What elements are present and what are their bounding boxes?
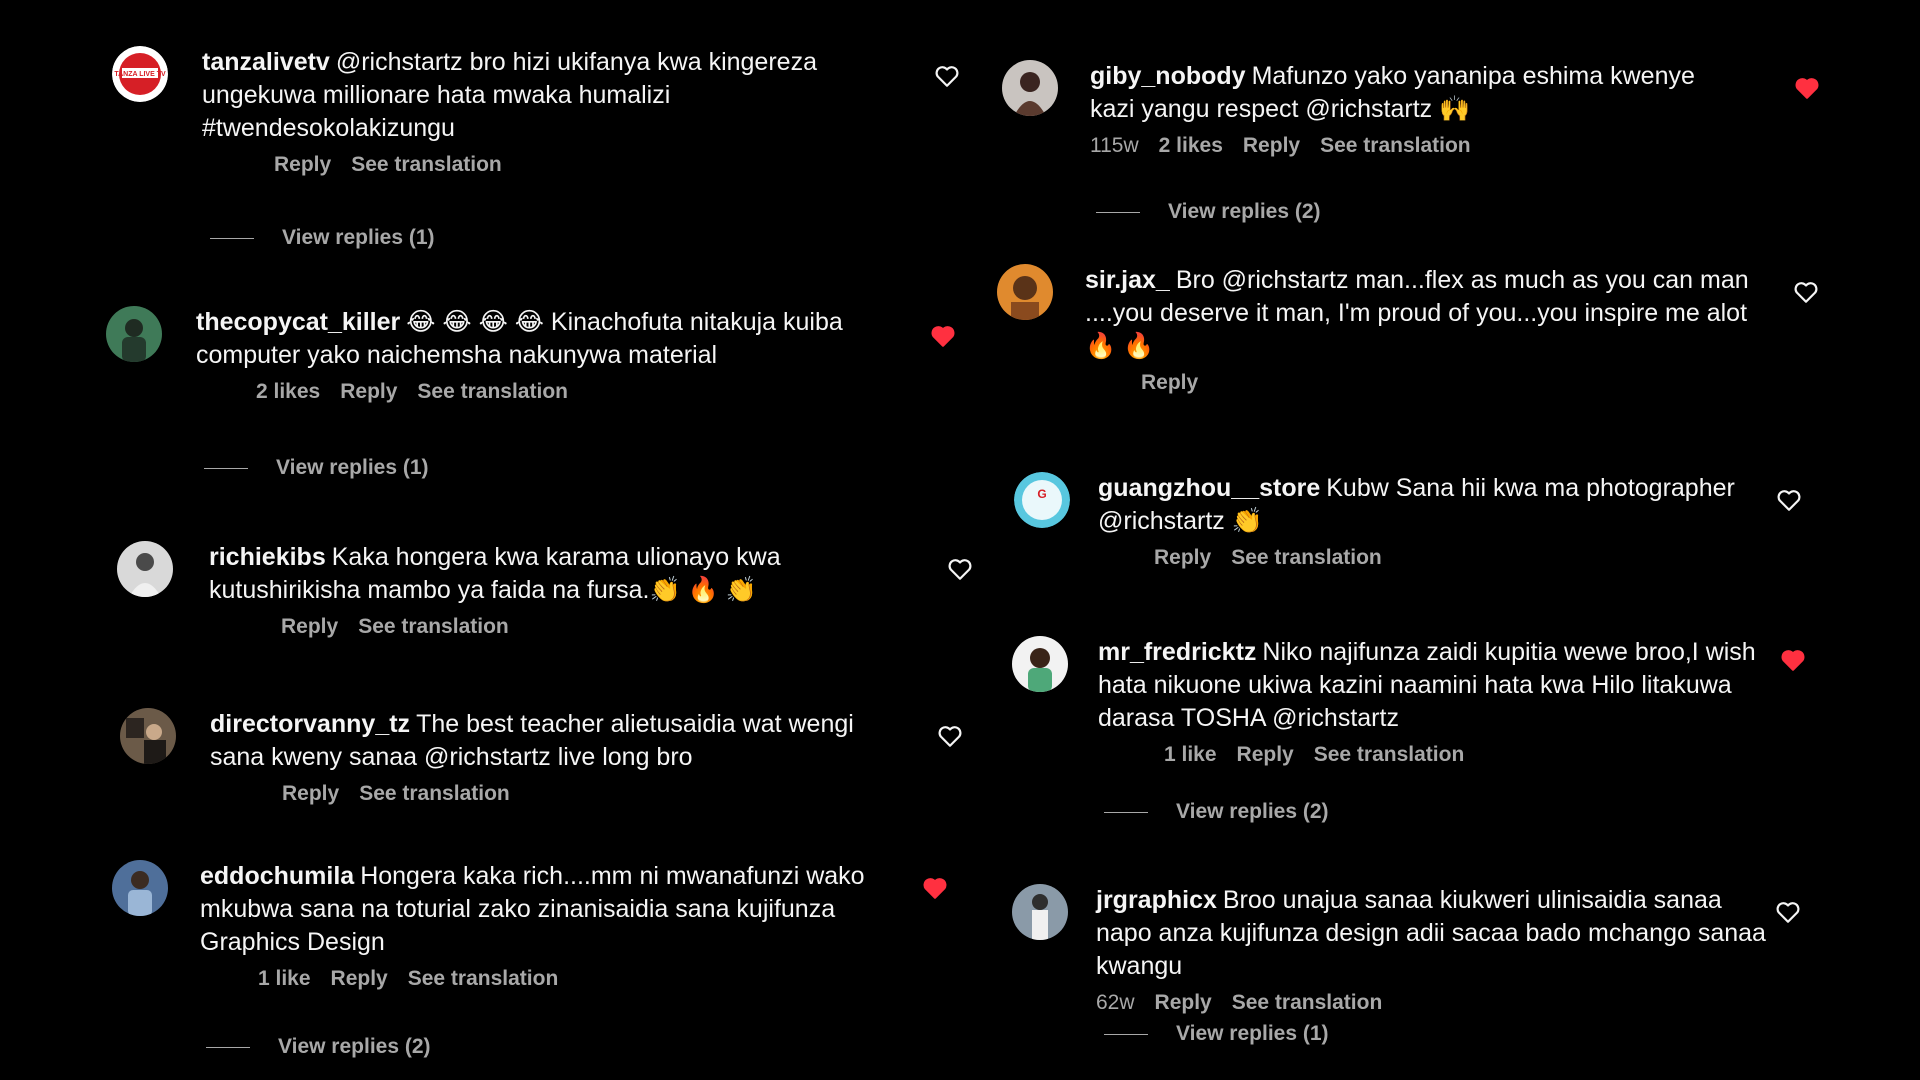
- divider: [204, 467, 248, 469]
- see-translation-button[interactable]: See translation: [1232, 991, 1383, 1014]
- view-replies-button[interactable]: View replies (2): [1096, 200, 1321, 224]
- divider: [1096, 211, 1140, 213]
- reply-button[interactable]: Reply: [340, 380, 397, 403]
- username[interactable]: eddochumila: [200, 862, 354, 890]
- reply-button[interactable]: Reply: [281, 615, 338, 638]
- view-replies-button[interactable]: View replies (2): [1104, 800, 1329, 824]
- avatar[interactable]: TANZA LIVE TV: [112, 46, 168, 102]
- timestamp: 62w: [1096, 991, 1135, 1014]
- comment-item: thecopycat_killer 😂 😂 😂 😂 Kinachofuta nit…: [106, 306, 966, 486]
- avatar[interactable]: G: [1014, 472, 1070, 528]
- liked-heart-icon[interactable]: [930, 324, 956, 348]
- avatar[interactable]: [997, 264, 1053, 320]
- see-translation-button[interactable]: See translation: [1314, 743, 1465, 766]
- likes-count[interactable]: 2 likes: [1159, 134, 1223, 157]
- avatar[interactable]: [1012, 636, 1068, 692]
- logo-text: TANZA LIVE TV: [114, 71, 166, 78]
- comment-item: TANZA LIVE TV tanzalivetv @richstartz bro…: [112, 46, 972, 256]
- username[interactable]: sir.jax_: [1085, 266, 1170, 294]
- comment-item: eddochumila Hongera kaka rich....mm ni mw…: [112, 860, 972, 1060]
- reply-button[interactable]: Reply: [1155, 991, 1212, 1014]
- avatar[interactable]: [112, 860, 168, 916]
- avatar[interactable]: [1002, 60, 1058, 116]
- username[interactable]: tanzalivetv: [202, 48, 330, 76]
- liked-heart-icon[interactable]: [1780, 648, 1806, 672]
- see-translation-button[interactable]: See translation: [351, 153, 502, 176]
- reply-button[interactable]: Reply: [1243, 134, 1300, 157]
- comment-item: jrgraphicx Broo unajua sanaa kiukweri uli…: [1012, 884, 1842, 1064]
- view-replies-label: View replies (2): [278, 1035, 431, 1058]
- like-heart-icon[interactable]: [1793, 280, 1819, 304]
- like-heart-icon[interactable]: [1776, 488, 1802, 512]
- liked-heart-icon[interactable]: [922, 876, 948, 900]
- see-translation-button[interactable]: See translation: [417, 380, 568, 403]
- reply-button[interactable]: Reply: [331, 967, 388, 990]
- view-replies-label: View replies (1): [276, 456, 429, 479]
- see-translation-button[interactable]: See translation: [358, 615, 509, 638]
- avatar[interactable]: [1012, 884, 1068, 940]
- liked-heart-icon[interactable]: [1794, 76, 1820, 100]
- svg-text:G: G: [1037, 487, 1046, 501]
- likes-count[interactable]: 1 like: [1164, 743, 1217, 766]
- view-replies-button[interactable]: View replies (1): [210, 226, 435, 250]
- username[interactable]: jrgraphicx: [1096, 886, 1217, 914]
- see-translation-button[interactable]: See translation: [1231, 546, 1382, 569]
- view-replies-button[interactable]: View replies (1): [204, 456, 429, 480]
- avatar[interactable]: [117, 541, 173, 597]
- view-replies-button[interactable]: View replies (1): [1104, 1022, 1329, 1046]
- timestamp: 115w: [1090, 134, 1139, 157]
- comment-item: richiekibs Kaka hongera kwa karama uliona…: [117, 541, 977, 651]
- view-replies-label: View replies (2): [1176, 800, 1329, 823]
- username[interactable]: mr_fredricktz: [1098, 638, 1256, 666]
- like-heart-icon[interactable]: [934, 64, 960, 88]
- comment-text: Bro @richstartz man...flex as much as yo…: [1085, 266, 1749, 360]
- avatar[interactable]: [106, 306, 162, 362]
- avatar[interactable]: [120, 708, 176, 764]
- comment-item: giby_nobody Mafunzo yako yananipa eshima …: [1002, 60, 1832, 240]
- username[interactable]: giby_nobody: [1090, 62, 1246, 90]
- divider: [1104, 811, 1148, 813]
- comment-item: directorvanny_tz The best teacher alietus…: [120, 708, 980, 818]
- username[interactable]: richiekibs: [209, 543, 326, 571]
- view-replies-button[interactable]: View replies (2): [206, 1035, 431, 1059]
- comment-item: sir.jax_ Bro @richstartz man...flex as mu…: [997, 264, 1827, 414]
- reply-button[interactable]: Reply: [1141, 371, 1198, 394]
- reply-button[interactable]: Reply: [1237, 743, 1294, 766]
- likes-count[interactable]: 2 likes: [256, 380, 320, 403]
- comment-item: G guangzhou__store Kubw Sana hii kwa ma p…: [1014, 472, 1844, 582]
- view-replies-label: View replies (1): [1176, 1022, 1329, 1045]
- see-translation-button[interactable]: See translation: [408, 967, 559, 990]
- view-replies-label: View replies (2): [1168, 200, 1321, 223]
- divider: [210, 237, 254, 239]
- like-heart-icon[interactable]: [947, 557, 973, 581]
- username[interactable]: guangzhou__store: [1098, 474, 1320, 502]
- see-translation-button[interactable]: See translation: [359, 782, 510, 805]
- divider: [1104, 1033, 1148, 1035]
- reply-button[interactable]: Reply: [282, 782, 339, 805]
- see-translation-button[interactable]: See translation: [1320, 134, 1471, 157]
- reply-button[interactable]: Reply: [1154, 546, 1211, 569]
- view-replies-label: View replies (1): [282, 226, 435, 249]
- divider: [206, 1046, 250, 1048]
- likes-count[interactable]: 1 like: [258, 967, 311, 990]
- reply-button[interactable]: Reply: [274, 153, 331, 176]
- username[interactable]: thecopycat_killer: [196, 308, 400, 336]
- username[interactable]: directorvanny_tz: [210, 710, 410, 738]
- like-heart-icon[interactable]: [937, 724, 963, 748]
- like-heart-icon[interactable]: [1775, 900, 1801, 924]
- comment-item: mr_fredricktz Niko najifunza zaidi kupiti…: [1012, 636, 1842, 826]
